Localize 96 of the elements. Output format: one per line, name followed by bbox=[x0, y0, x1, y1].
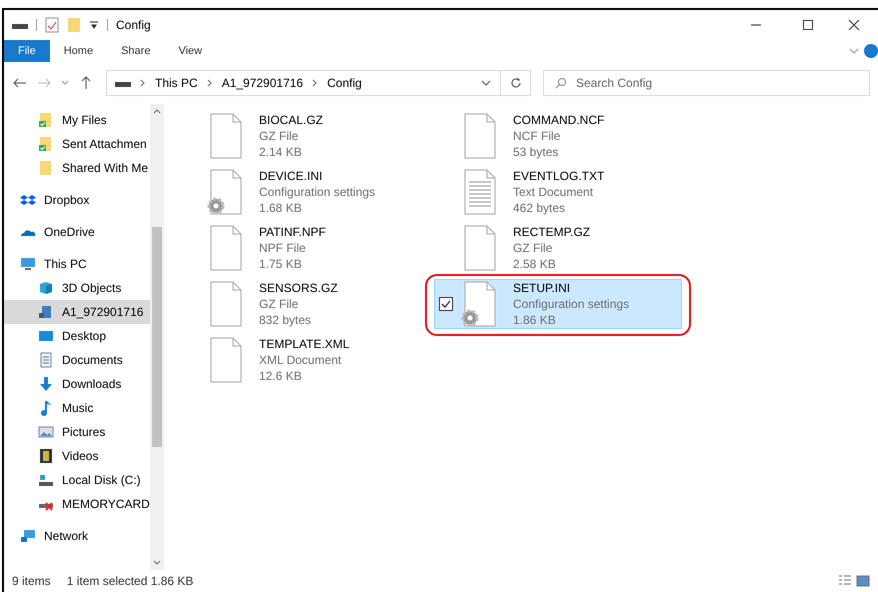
file-size: 832 bytes bbox=[259, 312, 312, 328]
drive-icon bbox=[38, 472, 54, 488]
ribbon-tab[interactable]: File bbox=[4, 40, 50, 62]
device-icon bbox=[38, 304, 54, 320]
file-type: Configuration settings bbox=[513, 296, 630, 312]
file-size: 1.86 KB bbox=[513, 312, 557, 328]
file-item[interactable]: COMMAND.NCF NCF File 53 bytes bbox=[434, 111, 682, 161]
desktop-icon bbox=[38, 328, 54, 344]
sidebar-item[interactable]: Dropbox bbox=[4, 188, 150, 212]
window-title: Config bbox=[116, 17, 151, 34]
address-bar[interactable]: This PC A1_972901716 Config bbox=[106, 70, 501, 96]
file-type: NPF File bbox=[259, 240, 307, 256]
selection-info: 1 item selected 1.86 KB bbox=[66, 573, 194, 590]
large-icons-view-icon[interactable] bbox=[856, 574, 870, 588]
ribbon-tab[interactable]: Home bbox=[50, 40, 108, 62]
sidebar-item[interactable]: Network bbox=[4, 524, 150, 548]
download-arrow-icon bbox=[38, 376, 54, 392]
refresh-icon bbox=[510, 77, 522, 89]
dropdown-icon[interactable] bbox=[89, 19, 99, 31]
music-note-icon bbox=[38, 400, 54, 416]
file-size: 2.58 KB bbox=[513, 256, 557, 272]
synced-folder-icon bbox=[38, 136, 54, 152]
chevron-right-icon bbox=[139, 79, 147, 87]
breadcrumb[interactable]: A1_972901716 bbox=[222, 74, 304, 92]
file-size: 462 bytes bbox=[513, 200, 566, 216]
file-item[interactable]: EVENTLOG.TXT Text Document 462 bytes bbox=[434, 167, 682, 217]
file-type: Configuration settings bbox=[259, 184, 376, 200]
file-type: Text Document bbox=[513, 184, 594, 200]
file-type: NCF File bbox=[513, 128, 562, 144]
file-type: GZ File bbox=[259, 296, 300, 312]
sidebar-item[interactable]: Documents bbox=[4, 348, 150, 372]
sidebar-item[interactable]: Music bbox=[4, 396, 150, 420]
file-name: EVENTLOG.TXT bbox=[513, 168, 604, 184]
search-field[interactable]: Search Config bbox=[543, 70, 870, 96]
sidebar-item[interactable]: My Files bbox=[4, 108, 150, 132]
scroll-up-icon[interactable] bbox=[153, 108, 161, 116]
file-type: GZ File bbox=[259, 128, 300, 144]
file-item[interactable]: SETUP.INI Configuration settings 1.86 KB bbox=[434, 279, 682, 329]
file-name: PATINF.NPF bbox=[259, 224, 326, 240]
sidebar-item[interactable]: OneDrive bbox=[4, 220, 150, 244]
properties-icon[interactable] bbox=[45, 17, 59, 33]
monitor-icon bbox=[20, 256, 36, 272]
sidebar-item[interactable]: Videos bbox=[4, 444, 150, 468]
sidebar-item[interactable]: This PC bbox=[4, 252, 150, 276]
file-item[interactable]: BIOCAL.GZ GZ File 2.14 KB bbox=[180, 111, 428, 161]
file-item[interactable]: PATINF.NPF NPF File 1.75 KB bbox=[180, 223, 428, 273]
film-icon bbox=[38, 448, 54, 464]
file-name: COMMAND.NCF bbox=[513, 112, 604, 128]
file-name: BIOCAL.GZ bbox=[259, 112, 324, 128]
sidebar-item[interactable]: Downloads bbox=[4, 372, 150, 396]
ribbon-tab[interactable]: View bbox=[164, 40, 216, 62]
refresh-button[interactable] bbox=[501, 70, 531, 96]
ribbon-tab[interactable]: Share bbox=[107, 40, 164, 62]
file-item[interactable]: TEMPLATE.XML XML Document 12.6 KB bbox=[180, 335, 428, 385]
search-icon bbox=[555, 77, 567, 89]
sidebar-item[interactable]: A1_972901716 bbox=[4, 300, 150, 324]
sidebar-item[interactable]: Sent Attachmen bbox=[4, 132, 150, 156]
help-icon[interactable] bbox=[864, 44, 878, 58]
file-size: 12.6 KB bbox=[259, 368, 303, 384]
file-item[interactable]: RECTEMP.GZ GZ File 2.58 KB bbox=[434, 223, 682, 273]
cube-icon bbox=[38, 280, 54, 296]
file-size: 1.75 KB bbox=[259, 256, 303, 272]
maximize-icon bbox=[802, 19, 814, 31]
folder-icon bbox=[38, 160, 54, 176]
file-type: XML Document bbox=[259, 352, 342, 368]
scroll-down-icon[interactable] bbox=[153, 558, 161, 566]
network-icon bbox=[20, 528, 36, 544]
file-type: GZ File bbox=[513, 240, 554, 256]
file-name: SENSORS.GZ bbox=[259, 280, 338, 296]
file-name: SETUP.INI bbox=[513, 280, 572, 296]
sidebar-item[interactable]: 3D Objects bbox=[4, 276, 150, 300]
chevron-right-icon bbox=[311, 79, 320, 87]
breadcrumb[interactable]: Config bbox=[327, 74, 362, 92]
file-name: TEMPLATE.XML bbox=[259, 336, 350, 352]
item-count: 9 items bbox=[12, 573, 51, 590]
sidebar-item[interactable]: Pictures bbox=[4, 420, 150, 444]
file-size: 2.14 KB bbox=[259, 144, 303, 160]
file-size: 53 bytes bbox=[513, 144, 560, 160]
synced-folder-icon bbox=[38, 112, 54, 128]
checkbox[interactable] bbox=[439, 297, 453, 311]
sidebar-item[interactable]: Shared With Me bbox=[4, 156, 150, 180]
file-name: DEVICE.INI bbox=[259, 168, 324, 184]
file-name: RECTEMP.GZ bbox=[513, 224, 590, 240]
pictures-icon bbox=[38, 424, 54, 440]
file-size: 1.68 KB bbox=[259, 200, 303, 216]
file-item[interactable]: SENSORS.GZ GZ File 832 bytes bbox=[180, 279, 428, 329]
sidebar-item[interactable]: Local Disk (C:) bbox=[4, 468, 150, 492]
chevron-right-icon bbox=[206, 79, 214, 87]
document-icon bbox=[38, 352, 54, 368]
sidebar-item[interactable]: Desktop bbox=[4, 324, 150, 348]
close-icon bbox=[848, 19, 860, 31]
scrollbar[interactable] bbox=[150, 104, 164, 570]
dropbox-icon bbox=[20, 192, 36, 208]
sidebar-item[interactable]: MEMORYCARD bbox=[4, 492, 150, 516]
breadcrumb[interactable]: This PC bbox=[155, 74, 198, 92]
file-item[interactable]: DEVICE.INI Configuration settings 1.68 KB bbox=[180, 167, 428, 217]
